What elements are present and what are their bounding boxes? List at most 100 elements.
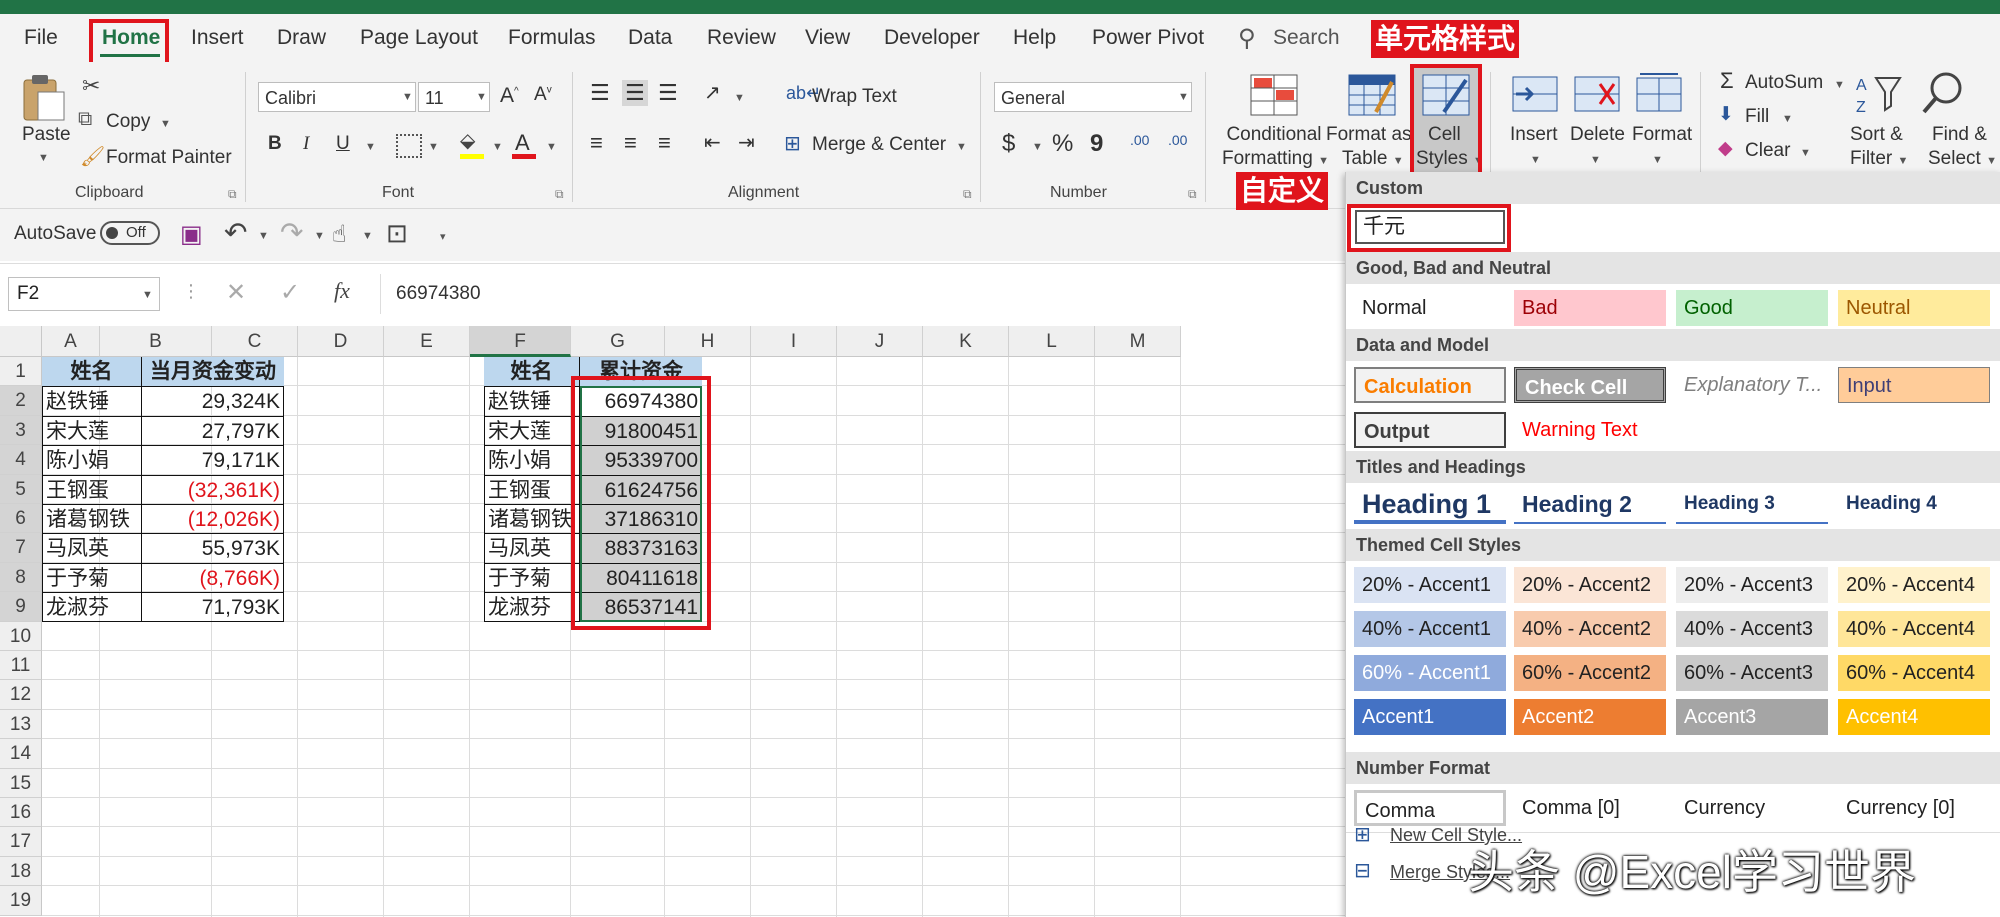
table-1-value-cell[interactable]: (12,026K)	[142, 504, 284, 533]
table-1-value-cell[interactable]: 55,973K	[142, 533, 284, 562]
copy-icon[interactable]: ⧉	[78, 108, 92, 131]
row-header-8[interactable]: 8	[0, 562, 42, 593]
search-box[interactable]: Search	[1273, 14, 1340, 62]
tab-insert[interactable]: Insert	[191, 14, 244, 62]
table-2-name-cell[interactable]: 陈小娟	[484, 445, 580, 475]
scissors-icon[interactable]: ✂	[82, 73, 100, 99]
row-header-9[interactable]: 9	[0, 592, 42, 622]
align-top-icon[interactable]: ☰	[590, 80, 610, 106]
style-40-accent3[interactable]: 40% - Accent3	[1676, 611, 1828, 647]
style-comma-0-[interactable]: Comma [0]	[1514, 790, 1666, 826]
style-accent2[interactable]: Accent2	[1514, 699, 1666, 735]
row-header-1[interactable]: 1	[0, 357, 42, 387]
number-launcher-icon[interactable]: ⧉	[1188, 187, 1197, 202]
tab-developer[interactable]: Developer	[884, 14, 980, 62]
fill-chevron-down-icon[interactable]: ▼	[1782, 113, 1793, 125]
align-bottom-icon[interactable]: ☰	[658, 80, 678, 106]
style-warning-text[interactable]: Warning Text	[1514, 412, 1666, 448]
decrease-font-icon[interactable]: Av	[534, 84, 552, 106]
align-center-icon[interactable]: ≡	[624, 130, 637, 156]
style-60-accent2[interactable]: 60% - Accent2	[1514, 655, 1666, 691]
clear-chevron-down-icon[interactable]: ▼	[1800, 147, 1811, 159]
column-header-l[interactable]: L	[1009, 326, 1095, 357]
decrease-indent-icon[interactable]: ⇤	[704, 130, 721, 155]
insert-cells-button[interactable]: Insert	[1510, 124, 1558, 146]
column-header-d[interactable]: D	[298, 326, 384, 357]
column-header-f[interactable]: F	[470, 326, 571, 357]
orientation-chevron-down-icon[interactable]: ▼	[734, 92, 745, 104]
paste-button[interactable]	[18, 72, 68, 122]
table-1-name-cell[interactable]: 王钢蛋	[42, 474, 142, 504]
column-header-h[interactable]: H	[665, 326, 751, 357]
copy-button[interactable]: Copy	[106, 111, 150, 133]
table-1-name-cell[interactable]: 诸葛钢铁	[42, 504, 142, 534]
style-accent4[interactable]: Accent4	[1838, 699, 1990, 735]
name-box[interactable]: F2	[8, 277, 160, 311]
increase-decimal-button[interactable]: .00	[1130, 132, 1149, 148]
row-header-4[interactable]: 4	[0, 445, 42, 475]
number-format-chevron-down-icon[interactable]: ▼	[1178, 91, 1189, 103]
format-cells-chevron-down-icon[interactable]: ▼	[1652, 154, 1663, 166]
row-header-13[interactable]: 13	[0, 709, 42, 740]
wrap-text-button[interactable]: Wrap Text	[812, 86, 897, 108]
font-size-chevron-down-icon[interactable]: ▼	[476, 91, 487, 103]
paste-dropdown-icon[interactable]: ▼	[38, 152, 49, 164]
style-input[interactable]: Input	[1838, 367, 1990, 403]
style-40-accent4[interactable]: 40% - Accent4	[1838, 611, 1990, 647]
style-40-accent2[interactable]: 40% - Accent2	[1514, 611, 1666, 647]
select-all-corner[interactable]	[0, 326, 42, 357]
increase-font-icon[interactable]: A^	[500, 84, 519, 108]
find-select-icon[interactable]	[1920, 70, 1966, 121]
merge-center-icon[interactable]: ⊞	[784, 131, 801, 156]
table-1-name-cell[interactable]: 于予菊	[42, 562, 142, 593]
style-heading-1[interactable]: Heading 1	[1354, 484, 1506, 524]
style-normal[interactable]: Normal	[1354, 290, 1506, 326]
formula-input[interactable]	[380, 274, 1346, 314]
table-1-name-cell[interactable]: 宋大莲	[42, 415, 142, 446]
decrease-decimal-button[interactable]: .00	[1168, 132, 1187, 148]
style-heading-3[interactable]: Heading 3	[1676, 484, 1828, 524]
style-40-accent1[interactable]: 40% - Accent1	[1354, 611, 1506, 647]
style-good[interactable]: Good	[1676, 290, 1828, 326]
column-header-b[interactable]: B	[100, 326, 212, 357]
conditional-formatting-label-2[interactable]: Formatting ▼	[1222, 148, 1329, 170]
find-select-label-1[interactable]: Find &	[1932, 124, 1987, 146]
borders-icon[interactable]	[396, 134, 422, 158]
format-painter-icon[interactable]: 🖌	[80, 144, 105, 169]
style-explanatory-t-[interactable]: Explanatory T...	[1676, 367, 1828, 403]
style-comma[interactable]: Comma	[1354, 790, 1506, 826]
comma-style-button[interactable]: 9	[1090, 130, 1103, 158]
table-2-name-cell[interactable]: 宋大莲	[484, 415, 580, 446]
conditional-formatting-label-1[interactable]: Conditional	[1224, 124, 1324, 146]
align-right-icon[interactable]: ≡	[658, 130, 671, 156]
font-color-chevron-down-icon[interactable]: ▼	[546, 141, 557, 153]
format-as-table-label-2[interactable]: Table ▼	[1342, 148, 1404, 170]
style-20-accent1[interactable]: 20% - Accent1	[1354, 567, 1506, 603]
tab-formulas[interactable]: Formulas	[508, 14, 596, 62]
redo-icon[interactable]: ↷	[280, 216, 303, 249]
tab-help[interactable]: Help	[1013, 14, 1056, 62]
style-60-accent4[interactable]: 60% - Accent4	[1838, 655, 1990, 691]
orientation-icon[interactable]: ↗	[704, 80, 721, 105]
merge-center-chevron-down-icon[interactable]: ▼	[956, 141, 967, 153]
currency-format-button[interactable]: $	[1002, 130, 1015, 158]
column-header-g[interactable]: G	[571, 326, 665, 357]
tab-draw[interactable]: Draw	[277, 14, 326, 62]
undo-icon[interactable]: ↶	[224, 216, 247, 249]
tab-review[interactable]: Review	[707, 14, 776, 62]
column-header-c[interactable]: C	[212, 326, 298, 357]
sort-filter-icon[interactable]: AZ	[1854, 72, 1902, 121]
table-1-header-name[interactable]: 姓名	[42, 357, 142, 387]
sort-filter-label-2[interactable]: Filter ▼	[1850, 148, 1908, 170]
style-60-accent3[interactable]: 60% - Accent3	[1676, 655, 1828, 691]
tab-page-layout[interactable]: Page Layout	[360, 14, 478, 62]
increase-indent-icon[interactable]: ⇥	[738, 130, 755, 155]
table-1-value-cell[interactable]: 71,793K	[142, 592, 284, 621]
table-1-value-cell[interactable]: (32,361K)	[142, 474, 284, 504]
row-header-15[interactable]: 15	[0, 768, 42, 798]
table-1-name-cell[interactable]: 马凤英	[42, 533, 142, 563]
table-1-value-cell[interactable]: 29,324K	[142, 386, 284, 415]
currency-chevron-down-icon[interactable]: ▼	[1032, 141, 1043, 153]
insert-cells-icon[interactable]	[1512, 76, 1558, 117]
table-2-name-cell[interactable]: 赵铁锤	[484, 386, 580, 416]
